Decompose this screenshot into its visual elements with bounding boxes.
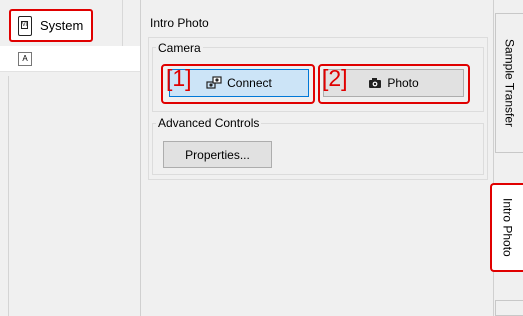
tab-sample-transfer[interactable]: Sample Transfer xyxy=(495,13,523,153)
device-icon: VI xyxy=(18,15,32,36)
camera-group-legend: Camera xyxy=(156,41,203,55)
connect-button-label: Connect xyxy=(227,76,272,90)
annotation-badge-1: [1] xyxy=(166,65,192,91)
photo-button-label: Photo xyxy=(387,76,419,90)
advanced-controls-legend: Advanced Controls xyxy=(156,116,262,130)
tab-system-label: System xyxy=(40,18,84,33)
page-title: Intro Photo xyxy=(150,16,209,30)
camera-connect-icon xyxy=(206,76,222,89)
camera-icon xyxy=(369,78,382,88)
text-format-icon[interactable]: A xyxy=(18,52,32,66)
tree-guide-line xyxy=(8,76,9,316)
tab-intro-photo-label: Intro Photo xyxy=(500,198,515,257)
properties-button[interactable]: Properties... xyxy=(163,141,272,168)
tab-intro-photo[interactable]: Intro Photo xyxy=(490,183,523,272)
tab-sample-transfer-label: Sample Transfer xyxy=(502,38,517,128)
tab-system[interactable]: VI System xyxy=(9,9,93,42)
annotation-badge-2: [2] xyxy=(322,65,348,91)
left-tree-area xyxy=(0,46,140,316)
tab-divider xyxy=(122,0,123,46)
tab-more[interactable] xyxy=(495,300,523,316)
